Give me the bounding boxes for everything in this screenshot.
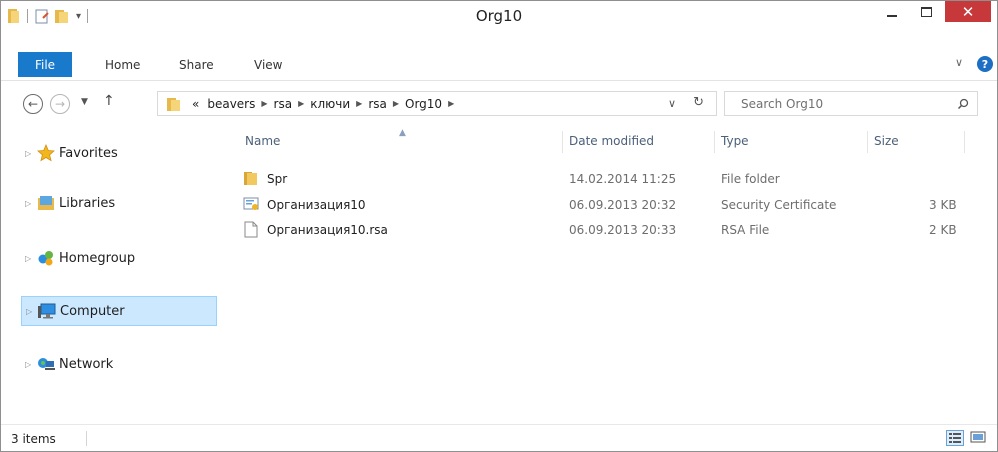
chevron-right-icon[interactable]: ▶ — [356, 99, 362, 108]
nav-item-label: Computer — [60, 303, 125, 319]
close-button[interactable]: ✕ — [945, 1, 991, 22]
close-icon: ✕ — [961, 2, 975, 21]
details-view-button[interactable] — [946, 430, 964, 446]
minimize-button[interactable] — [878, 1, 906, 23]
nav-item-label: Homegroup — [59, 250, 136, 266]
maximize-icon — [920, 7, 932, 17]
status-divider — [86, 431, 87, 446]
file-type: File folder — [721, 172, 780, 186]
navigation-pane: ▷ Favorites ▷ Libraries ▷ Homegroup ▷ Co… — [1, 126, 229, 426]
chevron-right-icon[interactable]: ▶ — [448, 99, 454, 108]
file-row[interactable]: Spr 14.02.2014 11:25 File folder — [241, 169, 971, 190]
maximize-button[interactable] — [912, 1, 940, 23]
star-icon — [37, 144, 55, 162]
search-icon[interactable] — [957, 98, 969, 110]
address-bar[interactable]: « beavers ▶ rsa ▶ ключи ▶ rsa ▶ Org10 ▶ … — [157, 91, 717, 116]
file-date: 06.09.2013 20:32 — [569, 198, 677, 212]
back-arrow-icon: ← — [27, 97, 39, 111]
breadcrumb-item[interactable]: Org10 — [405, 97, 442, 111]
address-dropdown-icon[interactable]: ∨ — [668, 97, 676, 110]
file-date: 14.02.2014 11:25 — [569, 172, 677, 186]
sort-ascending-icon: ▲ — [399, 128, 406, 138]
column-header-name[interactable]: Name — [245, 126, 280, 156]
file-size: 3 KB — [929, 198, 957, 212]
window-title: Org10 — [475, 7, 523, 25]
column-divider[interactable] — [714, 131, 715, 153]
nav-item-homegroup[interactable]: ▷ Homegroup — [21, 244, 217, 272]
status-bar: 3 items — [1, 424, 997, 451]
file-row[interactable]: Организация10.rsa 06.09.2013 20:33 RSA F… — [241, 220, 971, 241]
tab-share[interactable]: Share — [179, 58, 214, 72]
expand-ribbon-icon[interactable]: ∨ — [955, 56, 963, 69]
forward-button[interactable]: → — [50, 94, 70, 114]
column-header-date[interactable]: Date modified — [569, 126, 654, 156]
chevron-right-icon[interactable]: ▶ — [393, 99, 399, 108]
tab-file[interactable]: File — [18, 52, 72, 77]
details-view-icon — [949, 433, 961, 443]
large-icons-view-icon — [970, 431, 986, 443]
large-icons-view-button[interactable] — [970, 430, 988, 446]
recent-locations-icon[interactable]: ▼ — [81, 97, 88, 107]
nav-item-label: Network — [59, 356, 114, 372]
folder-icon — [244, 172, 257, 185]
column-divider[interactable] — [562, 131, 563, 153]
certificate-icon — [243, 197, 259, 210]
file-icon — [244, 221, 258, 238]
back-button[interactable]: ← — [23, 94, 43, 114]
forward-arrow-icon: → — [54, 97, 66, 111]
expand-icon[interactable]: ▷ — [25, 360, 37, 369]
breadcrumb-item[interactable]: ключи — [310, 97, 350, 111]
refresh-icon[interactable]: ↻ — [693, 95, 704, 110]
expand-icon[interactable]: ▷ — [25, 254, 37, 263]
chevron-right-icon[interactable]: ▶ — [298, 99, 304, 108]
computer-icon — [38, 303, 56, 319]
navigation-bar: ← → ▼ ↑ « beavers ▶ rsa ▶ ключи ▶ rsa ▶ … — [1, 80, 997, 124]
nav-item-network[interactable]: ▷ Network — [21, 350, 217, 378]
help-icon[interactable]: ? — [977, 56, 993, 72]
folder-icon — [167, 97, 180, 111]
nav-item-label: Libraries — [59, 195, 116, 211]
libraries-icon — [38, 196, 54, 210]
file-name: Организация10 — [267, 198, 366, 212]
explorer-window: ▾ Org10 ✕ File Home Share View ∨ ? ← → ▼… — [0, 0, 998, 452]
nav-item-libraries[interactable]: ▷ Libraries — [21, 189, 217, 217]
homegroup-icon — [38, 251, 53, 266]
expand-icon[interactable]: ▷ — [25, 149, 37, 158]
title-bar: ▾ Org10 ✕ — [1, 1, 997, 31]
file-size: 2 KB — [929, 223, 957, 237]
nav-item-label: Favorites — [59, 145, 118, 161]
breadcrumb-item[interactable]: rsa — [368, 97, 387, 111]
item-count: 3 items — [11, 432, 56, 446]
file-type: Security Certificate — [721, 198, 837, 212]
minimize-icon — [887, 15, 897, 17]
column-header-size[interactable]: Size — [874, 126, 899, 156]
file-name: Организация10.rsa — [267, 223, 388, 237]
tab-view[interactable]: View — [254, 58, 282, 72]
search-input[interactable]: Search Org10 — [724, 91, 978, 116]
file-row[interactable]: Организация10 06.09.2013 20:32 Security … — [241, 195, 971, 216]
column-header-type[interactable]: Type — [721, 126, 749, 156]
breadcrumb-item[interactable]: beavers — [207, 97, 255, 111]
nav-item-favorites[interactable]: ▷ Favorites — [21, 139, 217, 167]
file-date: 06.09.2013 20:33 — [569, 223, 677, 237]
breadcrumb-item[interactable]: rsa — [274, 97, 293, 111]
nav-item-computer[interactable]: ▷ Computer — [21, 296, 217, 326]
column-divider[interactable] — [867, 131, 868, 153]
search-placeholder: Search Org10 — [741, 96, 824, 111]
chevron-right-icon[interactable]: ▶ — [261, 99, 267, 108]
file-name: Spr — [267, 172, 288, 186]
expand-icon[interactable]: ▷ — [25, 199, 37, 208]
network-icon — [38, 358, 55, 370]
breadcrumb-overflow[interactable]: « — [192, 97, 199, 111]
expand-icon[interactable]: ▷ — [26, 307, 38, 316]
tab-home[interactable]: Home — [105, 58, 140, 72]
file-type: RSA File — [721, 223, 770, 237]
up-arrow-icon[interactable]: ↑ — [103, 93, 115, 109]
column-divider[interactable] — [964, 131, 965, 153]
